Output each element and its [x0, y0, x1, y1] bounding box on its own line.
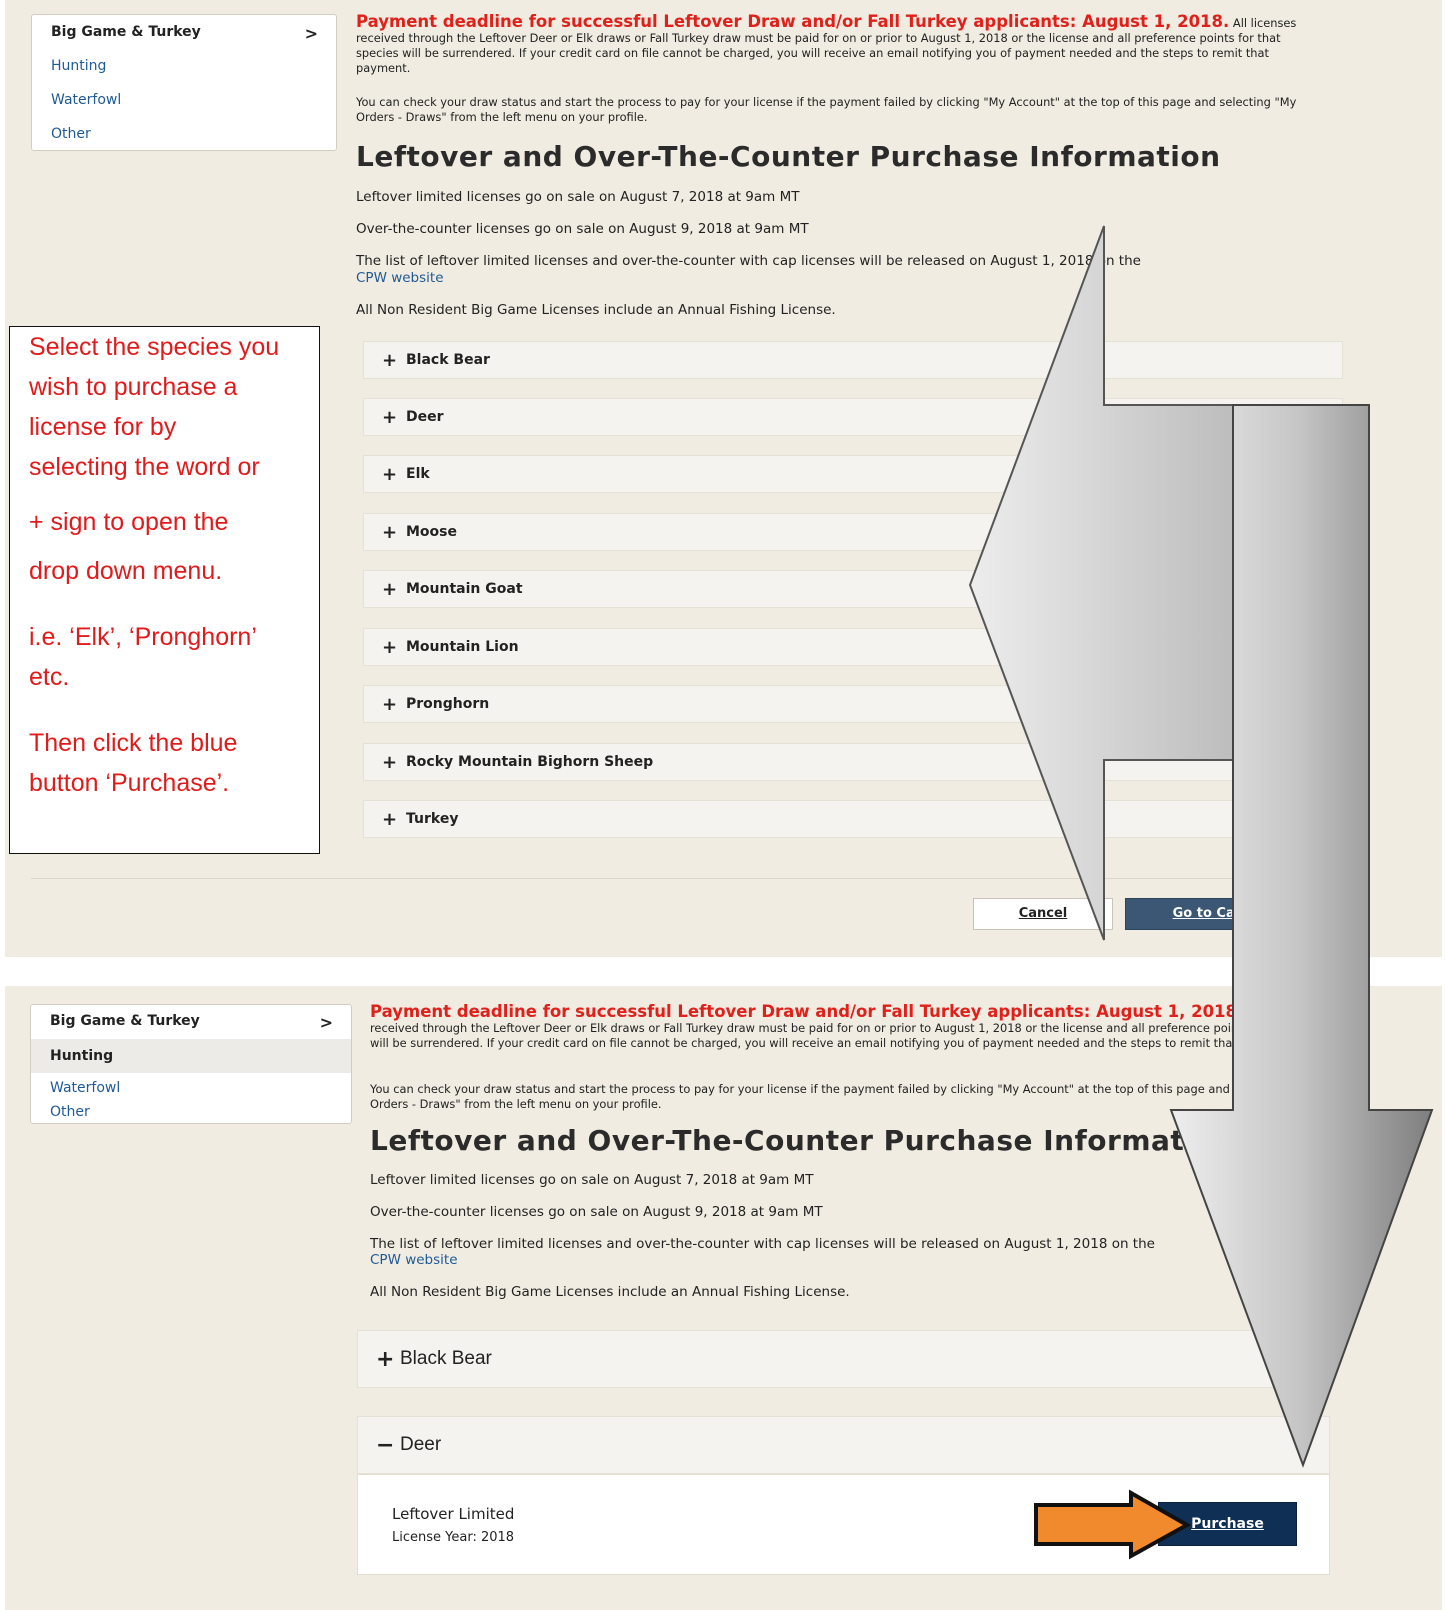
plus-icon: + [382, 464, 398, 485]
leftover-sale-date: Leftover limited licenses go on sale on … [370, 1172, 814, 1188]
sidebar-item-hunting[interactable]: Hunting [32, 58, 336, 74]
sidebar-nav: Big Game & Turkey > Hunting Waterfowl Ot… [31, 14, 337, 151]
accordion-label: Black Bear [400, 1348, 492, 1369]
sidebar-item-hunting-selected[interactable]: Hunting [31, 1039, 351, 1073]
callout-line: selecting the word or [29, 453, 260, 481]
accordion-item[interactable]: + Moose [363, 513, 1343, 551]
callout-line: Select the species you [29, 333, 280, 361]
license-year: License Year: 2018 [392, 1530, 515, 1545]
accordion-label: Rocky Mountain Bighorn Sheep [406, 754, 654, 770]
plus-icon: + [382, 637, 398, 658]
sidebar-item-waterfowl[interactable]: Waterfowl [31, 1080, 351, 1096]
callout-line: + sign to open the [29, 508, 229, 536]
draw-status-text: You can check your draw status and start… [370, 1082, 1311, 1111]
accordion-label: Deer [406, 409, 444, 425]
accordion-item[interactable]: + Elk [363, 455, 1343, 493]
plus-icon: + [382, 752, 398, 773]
cpw-link-wrap: CPW website [370, 1252, 458, 1268]
accordion-item[interactable]: + Rocky Mountain Bighorn Sheep [363, 743, 1343, 781]
page-heading: Leftover and Over-The-Counter Purchase I… [370, 1124, 1235, 1157]
accordion-item[interactable]: + Pronghorn [363, 685, 1343, 723]
list-release-text: The list of leftover limited licenses an… [356, 253, 1141, 269]
accordion-label: Turkey [406, 811, 459, 827]
plus-icon: + [382, 407, 398, 428]
purchase-button[interactable]: Purchase [1158, 1502, 1297, 1546]
callout-line: Then click the blue [29, 729, 238, 757]
plus-icon: + [382, 350, 398, 371]
accordion-item[interactable]: + Turkey [363, 800, 1343, 838]
accordion-label: Deer [400, 1434, 442, 1455]
deadline-headline: Payment deadline for successful Leftover… [370, 1002, 1244, 1021]
otc-sale-date: Over-the-counter licenses go on sale on … [356, 221, 809, 237]
list-release-text: The list of leftover limited licenses an… [370, 1236, 1155, 1252]
callout-line: button ‘Purchase’. [29, 769, 230, 797]
sidebar-head-label: Big Game & Turkey [51, 24, 201, 40]
callout-line: wish to purchase a [29, 373, 238, 401]
callout-line: etc. [29, 663, 70, 691]
otc-sale-date: Over-the-counter licenses go on sale on … [370, 1204, 823, 1220]
license-name: Leftover Limited [392, 1505, 515, 1523]
accordion-label: Mountain Goat [406, 581, 523, 597]
callout-line: drop down menu. [29, 557, 223, 585]
sidebar-item-other[interactable]: Other [32, 126, 336, 142]
cpw-website-link[interactable]: CPW website [370, 1252, 458, 1268]
accordion-item[interactable]: + Black Bear [363, 341, 1343, 379]
divider [31, 878, 1301, 879]
screenshot-bottom: Big Game & Turkey > Hunting Waterfowl Ot… [5, 986, 1442, 1610]
sidebar-item-other[interactable]: Other [31, 1104, 351, 1120]
sidebar-item-waterfowl[interactable]: Waterfowl [32, 92, 336, 108]
accordion-label: Elk [406, 466, 430, 482]
page-heading: Leftover and Over-The-Counter Purchase I… [356, 140, 1221, 173]
accordion-deer-open[interactable]: − Deer [357, 1416, 1330, 1474]
plus-icon: + [382, 522, 398, 543]
accordion-black-bear[interactable]: + Black Bear [357, 1330, 1330, 1388]
chevron-right-icon: > [304, 24, 318, 43]
callout-line: i.e. ‘Elk’, ‘Pronghorn’ [29, 623, 257, 651]
accordion-item[interactable]: + Mountain Goat [363, 570, 1343, 608]
go-to-cart-button[interactable]: Go to Cart [1125, 898, 1295, 930]
chevron-right-icon: > [319, 1013, 333, 1032]
accordion-label: Moose [406, 524, 457, 540]
draw-status-text: You can check your draw status and start… [356, 95, 1297, 124]
cancel-button[interactable]: Cancel [973, 898, 1113, 930]
plus-icon: + [376, 1347, 395, 1372]
sidebar-item-big-game[interactable]: Big Game & Turkey > [31, 1013, 351, 1032]
payment-deadline-notice: Payment deadline for successful Leftover… [370, 1002, 1350, 1051]
deadline-headline: Payment deadline for successful Leftover… [356, 12, 1230, 31]
plus-icon: + [382, 694, 398, 715]
sidebar-item-big-game[interactable]: Big Game & Turkey > [32, 24, 336, 43]
accordion-label: Black Bear [406, 352, 490, 368]
fishing-license-note: All Non Resident Big Game Licenses inclu… [370, 1284, 850, 1300]
payment-deadline-notice: Payment deadline for successful Leftover… [356, 12, 1301, 76]
sidebar-nav: Big Game & Turkey > Hunting Waterfowl Ot… [30, 1004, 352, 1124]
cpw-website-link[interactable]: CPW website [356, 270, 444, 286]
sidebar-head-label: Big Game & Turkey [50, 1013, 200, 1029]
minus-icon: − [376, 1433, 395, 1458]
instruction-callout: Select the species you wish to purchase … [9, 326, 320, 854]
accordion-item[interactable]: + Deer [363, 398, 1343, 436]
cpw-link-wrap: CPW website [356, 270, 444, 286]
plus-icon: + [382, 809, 398, 830]
accordion-item[interactable]: + Mountain Lion [363, 628, 1343, 666]
accordion-label: Mountain Lion [406, 639, 519, 655]
callout-line: license for by [29, 413, 177, 441]
plus-icon: + [382, 579, 398, 600]
accordion-label: Pronghorn [406, 696, 490, 712]
leftover-sale-date: Leftover limited licenses go on sale on … [356, 189, 800, 205]
license-row: Leftover Limited License Year: 2018 Purc… [357, 1474, 1330, 1575]
fishing-license-note: All Non Resident Big Game Licenses inclu… [356, 302, 836, 318]
